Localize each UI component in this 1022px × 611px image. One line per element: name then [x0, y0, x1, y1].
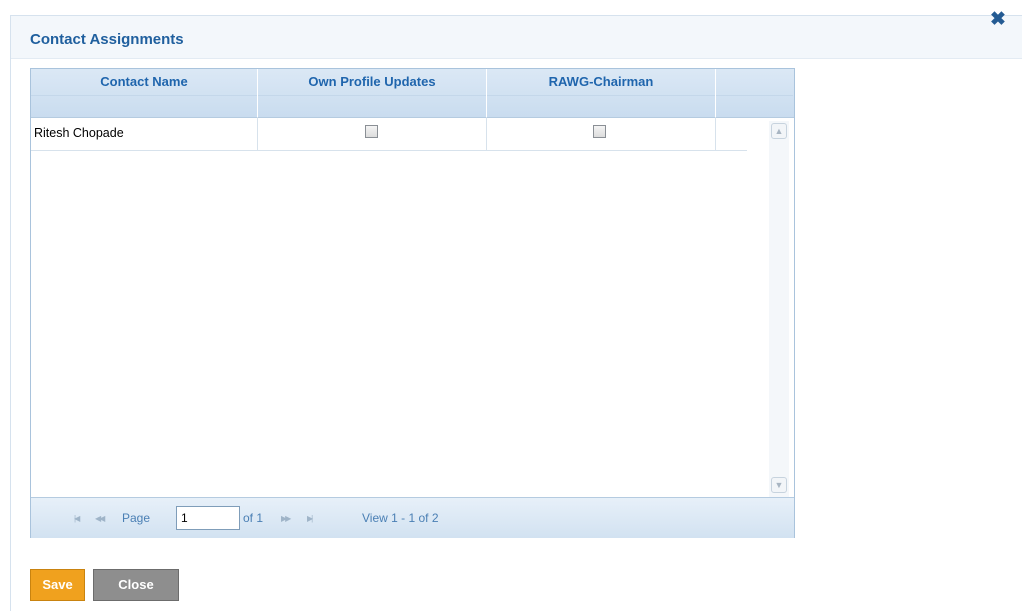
grid-scrollbar[interactable]: ▲ ▼ — [769, 121, 789, 499]
table-row[interactable]: Ritesh Chopade — [31, 117, 747, 151]
contacts-grid: Contact Name Own Profile Updates RAWG-Ch… — [30, 68, 795, 538]
next-page-icon[interactable]: ▶▶ — [281, 514, 291, 523]
column-header-contact-name[interactable]: Contact Name — [31, 69, 258, 117]
own-profile-updates-checkbox[interactable] — [365, 125, 378, 138]
dialog-title: Contact Assignments — [30, 31, 184, 48]
last-page-icon[interactable]: ▶| — [307, 514, 313, 523]
page-number-input[interactable] — [176, 506, 240, 530]
first-page-icon[interactable]: |◀ — [74, 514, 80, 523]
prev-page-icon[interactable]: ◀◀ — [95, 514, 105, 523]
column-header-label: Contact Name — [100, 74, 188, 89]
contact-name-text: Ritesh Chopade — [34, 126, 124, 140]
scroll-down-icon[interactable]: ▼ — [771, 477, 787, 493]
scroll-up-icon[interactable]: ▲ — [771, 123, 787, 139]
close-icon[interactable]: ✖ — [990, 10, 1006, 30]
column-header-label: RAWG-Chairman — [548, 74, 654, 89]
column-header-label: Own Profile Updates — [308, 74, 436, 89]
cell-own-profile-updates — [258, 117, 487, 150]
column-header-spacer — [716, 69, 793, 117]
grid-pager: |◀ ◀◀ Page of 1 ▶▶ ▶| View 1 - 1 of 2 — [31, 497, 794, 538]
column-header-own-profile-updates[interactable]: Own Profile Updates — [258, 69, 487, 117]
grid-header: Contact Name Own Profile Updates RAWG-Ch… — [31, 69, 794, 118]
cell-rawg-chairman — [487, 117, 716, 150]
close-button[interactable]: Close — [93, 569, 179, 601]
dialog-titlebar: Contact Assignments — [11, 16, 1022, 59]
cell-contact-name: Ritesh Chopade — [31, 117, 258, 150]
view-records-text: View 1 - 1 of 2 — [362, 511, 439, 525]
rawg-chairman-checkbox[interactable] — [593, 125, 606, 138]
column-header-rawg-chairman[interactable]: RAWG-Chairman — [487, 69, 716, 117]
page-of-label: of 1 — [243, 511, 264, 525]
save-button[interactable]: Save — [30, 569, 85, 601]
page-label: Page — [122, 511, 151, 525]
